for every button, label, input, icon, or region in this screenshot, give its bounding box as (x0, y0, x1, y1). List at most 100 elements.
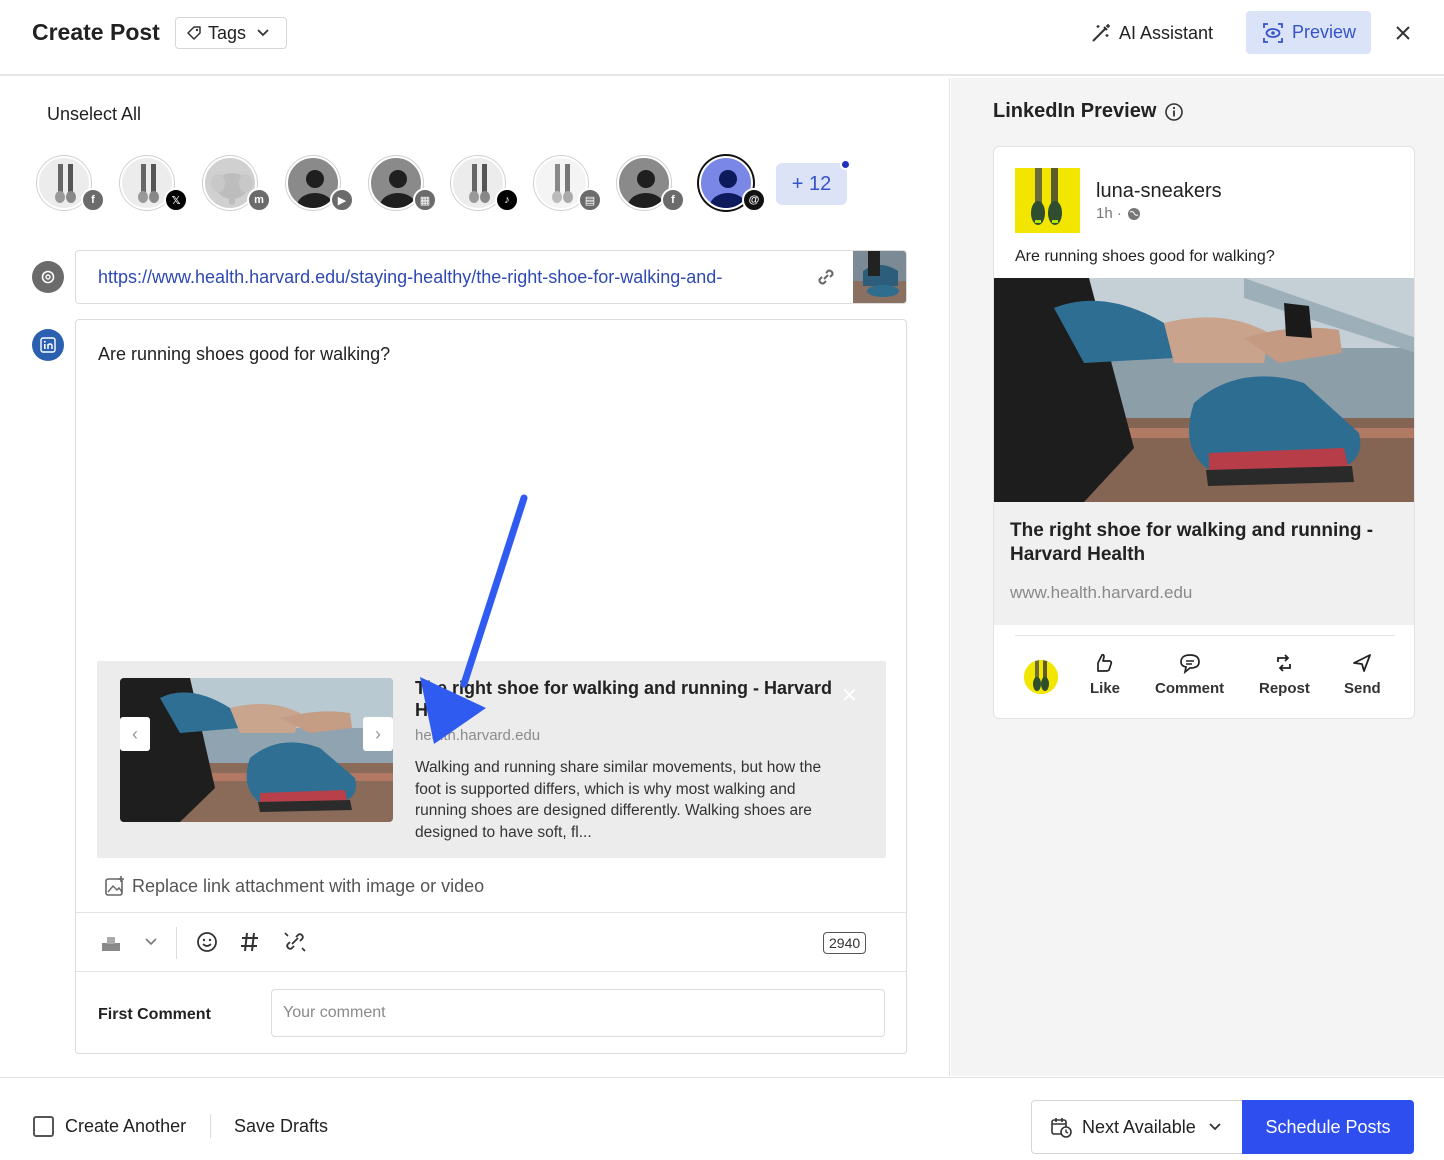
account-name: luna-sneakers (1096, 180, 1222, 202)
linkedin-icon (32, 329, 64, 361)
unselect-all-button[interactable]: Unselect All (47, 104, 141, 125)
save-drafts-button[interactable]: Save Drafts (234, 1116, 328, 1137)
next-available-dropdown[interactable]: Next Available (1031, 1100, 1243, 1154)
chevron-down-icon (1209, 1123, 1221, 1131)
company-avatar (1015, 168, 1080, 233)
threads-icon (32, 261, 64, 293)
header-bar: Create Post Tags AI Assistant Preview (0, 0, 1444, 76)
ai-assistant-button[interactable]: AI Assistant (1090, 17, 1213, 49)
replace-attachment-button[interactable]: Replace link attachment with image or vi… (104, 875, 484, 897)
reactor-avatar (1024, 660, 1058, 694)
prev-image-button[interactable]: ‹ (120, 717, 150, 751)
ai-assistant-label: AI Assistant (1119, 22, 1214, 43)
preview-eye-icon (1263, 22, 1283, 43)
facebook-icon: f (81, 188, 105, 212)
post-text[interactable]: Are running shoes good for walking? (98, 344, 390, 365)
create-another-label[interactable]: Create Another (65, 1116, 186, 1137)
emoji-icon[interactable] (196, 931, 218, 953)
composer-panel: Unselect All f 𝕏 m ▶ ▦ ♪ ▤ f @ + 12 http… (0, 78, 950, 1076)
notification-dot (840, 159, 851, 170)
globe-icon (1127, 207, 1140, 220)
send-button[interactable]: Send (1344, 652, 1381, 697)
close-button[interactable] (1390, 20, 1416, 46)
post-time: 1h · (1096, 205, 1141, 222)
repost-button[interactable]: Repost (1259, 652, 1310, 697)
unlink-icon[interactable] (283, 931, 307, 953)
url-thumbnail-image (853, 251, 906, 303)
running-shoe-photo (120, 678, 393, 822)
close-icon (1396, 26, 1410, 40)
chevron-down-icon (257, 29, 269, 37)
footer-bar: Create Another Save Drafts Next Availabl… (0, 1077, 1444, 1160)
toolbar-divider (176, 927, 177, 959)
comment-label: Comment (1155, 680, 1225, 697)
first-comment-input[interactable] (271, 989, 885, 1037)
threads-icon: @ (742, 188, 766, 212)
google-business-icon: ▦ (413, 188, 437, 212)
url-text: https://www.health.harvard.edu/staying-h… (98, 267, 723, 287)
link-description: Walking and running share similar moveme… (415, 759, 822, 841)
preview-post-text: Are running shoes good for walking? (1015, 248, 1275, 265)
preview-label: Preview (1292, 22, 1357, 42)
tiktok-icon: ♪ (495, 188, 519, 212)
add-image-icon (105, 876, 124, 896)
preview-button[interactable]: Preview (1246, 11, 1371, 54)
shoe-photo-icon (469, 164, 490, 203)
preview-heading-text: LinkedIn Preview (993, 100, 1157, 122)
repost-icon (1277, 654, 1292, 672)
like-button[interactable]: Like (1090, 652, 1120, 697)
preview-link-meta: The right shoe for walking and running -… (994, 502, 1414, 625)
mastodon-icon: m (247, 188, 271, 212)
calendar-clock-icon (1051, 1118, 1072, 1138)
preview-panel: LinkedIn Preview luna-sneakers 1h · Are … (951, 78, 1444, 1076)
like-label: Like (1090, 680, 1121, 697)
send-label: Send (1344, 680, 1381, 697)
sneakers-logo-photo (1015, 168, 1080, 233)
first-comment-label: First Comment (98, 1006, 211, 1023)
more-accounts-button[interactable]: + 12 (776, 163, 847, 205)
info-icon[interactable] (1164, 102, 1184, 122)
preview-link-title: The right shoe for walking and running -… (1010, 520, 1374, 565)
editor-toolbar: 2940 (76, 912, 906, 972)
post-editor[interactable]: Are running shoes good for walking? ‹ › … (75, 319, 907, 1054)
hashtag-icon[interactable] (240, 931, 260, 953)
tag-icon (187, 26, 201, 40)
comment-button[interactable]: Comment (1155, 652, 1224, 697)
create-another-checkbox[interactable] (33, 1116, 54, 1137)
contact-card-icon: ▤ (578, 188, 602, 212)
next-available-label: Next Available (1082, 1116, 1196, 1137)
character-counter: 2940 (823, 932, 867, 954)
preview-heading: LinkedIn Preview (993, 100, 1184, 123)
linkedin-post-card: luna-sneakers 1h · Are running shoes goo… (993, 146, 1415, 719)
account-selector: f 𝕏 m ▶ ▦ ♪ ▤ f @ (37, 156, 867, 216)
remove-link-close-icon[interactable]: ✕ (841, 683, 858, 708)
youtube-icon: ▶ (330, 188, 354, 212)
shoe-photo-icon (552, 164, 573, 203)
tags-dropdown[interactable]: Tags (175, 17, 287, 49)
comment-icon (1179, 654, 1200, 674)
link-icon[interactable] (814, 265, 838, 289)
preview-link-image (994, 278, 1414, 502)
preview-link-domain: www.health.harvard.edu (1010, 583, 1193, 602)
running-shoe-photo (994, 278, 1414, 502)
facebook-icon: f (661, 188, 685, 212)
stamp-icon[interactable] (100, 933, 122, 953)
magic-wand-icon (1092, 24, 1110, 42)
send-icon (1353, 654, 1372, 672)
repost-label: Repost (1259, 680, 1310, 697)
x-icon: 𝕏 (164, 188, 188, 212)
tags-label: Tags (208, 22, 247, 43)
chevron-down-icon[interactable] (144, 937, 158, 947)
url-input[interactable]: https://www.health.harvard.edu/staying-h… (75, 250, 907, 304)
thumbs-up-icon (1097, 653, 1113, 672)
page-title: Create Post (32, 19, 160, 45)
next-image-button[interactable]: › (363, 717, 393, 751)
post-time-text: 1h · (1096, 205, 1122, 222)
link-preview-image (120, 678, 393, 822)
shoe-photo-icon (138, 164, 159, 203)
shoe-photo-icon (55, 164, 76, 203)
footer-divider (210, 1114, 211, 1138)
schedule-posts-button[interactable]: Schedule Posts (1242, 1100, 1414, 1154)
replace-label: Replace link attachment with image or vi… (132, 875, 485, 896)
preview-actions: Like Comment Repost Send (1015, 635, 1395, 715)
